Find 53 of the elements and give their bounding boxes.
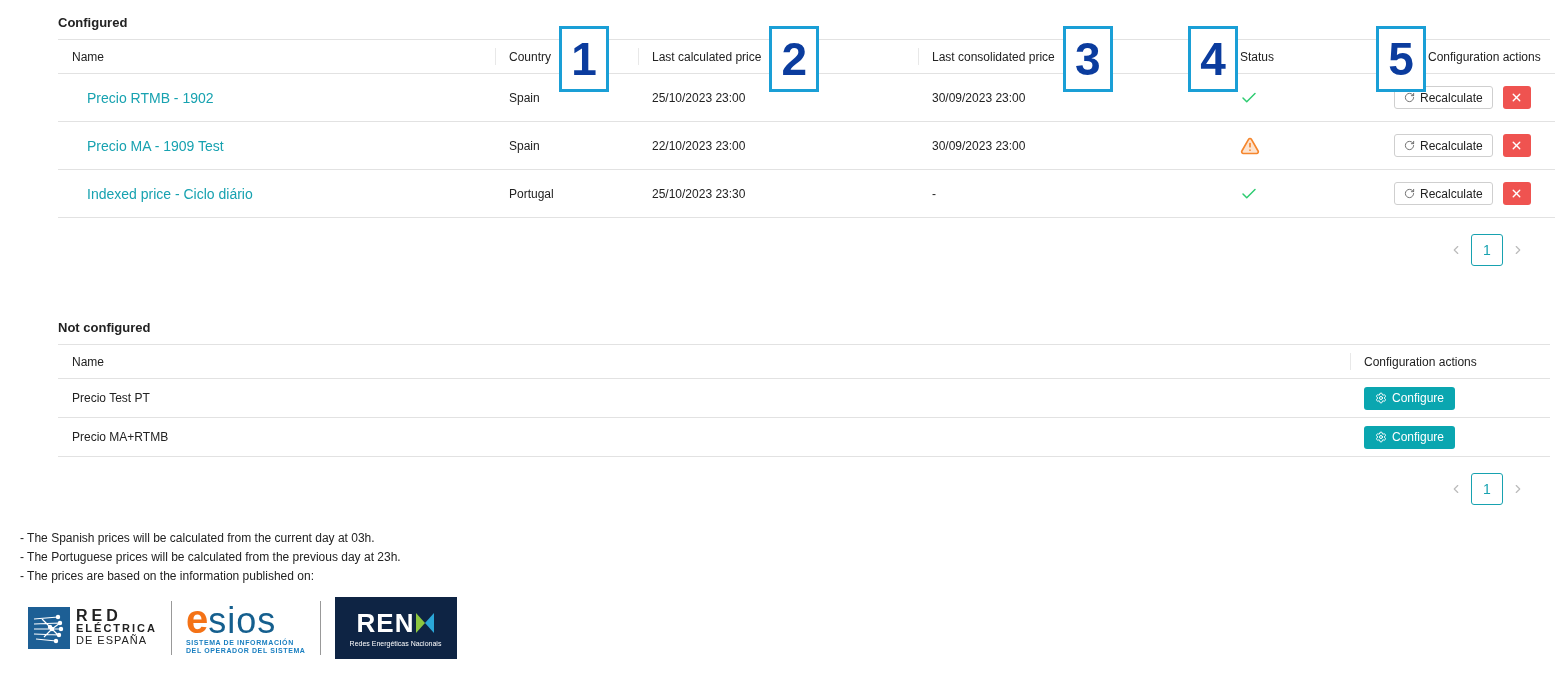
section-title: Not configured [58, 319, 152, 337]
recalculate-button[interactable]: Recalculate [1394, 134, 1493, 157]
logo-text: e [185, 601, 209, 637]
logo-text: sios [208, 603, 277, 639]
column-header: Configuration actions [1350, 345, 1550, 379]
callout-label: 1 [559, 25, 610, 92]
section-title: Configured [58, 14, 129, 32]
delete-button[interactable] [1502, 134, 1531, 157]
table-cell: Spain [509, 90, 540, 105]
refresh-icon [1404, 188, 1415, 199]
configure-button[interactable]: Configure [1364, 425, 1456, 449]
refresh-icon [1404, 92, 1415, 103]
logo-text: RED [76, 610, 122, 622]
bowtie-icon [416, 613, 435, 633]
delete-button[interactable] [1502, 182, 1531, 205]
note-text: - The Portuguese prices will be calculated from the previous day at 23h. [20, 550, 402, 564]
refresh-icon [1404, 140, 1415, 151]
configure-button[interactable]: Configure [1364, 386, 1456, 410]
page-button[interactable]: 1 [1471, 234, 1503, 266]
table-cell: 30/09/2023 23:00 [932, 138, 1026, 153]
table-cell: 30/09/2023 23:00 [932, 90, 1026, 105]
table-cell: - [932, 186, 936, 201]
table-cell: Portugal [509, 186, 554, 201]
table-cell: 25/10/2023 23:30 [652, 186, 746, 201]
callout-label: 3 [1062, 25, 1113, 92]
network-logo-icon [28, 607, 70, 649]
callout-label: 4 [1188, 25, 1238, 92]
settings-icon [1375, 392, 1387, 404]
price-link[interactable]: Indexed price - Ciclo diário [87, 185, 253, 202]
recalculate-button[interactable]: Recalculate [1394, 86, 1493, 109]
callout-label: 2 [769, 25, 820, 92]
recalculate-button[interactable]: Recalculate [1394, 182, 1493, 205]
column-header: Country 1 [495, 40, 638, 74]
logo-text: ELÉCTRICA [76, 622, 157, 634]
column-header: 5 Configuration actions [1370, 40, 1555, 74]
column-header: Last calculated price 2 [638, 40, 918, 74]
callout-label: 5 [1375, 25, 1426, 92]
price-link[interactable]: Precio RTMB - 1902 [87, 89, 214, 106]
table-cell: 25/10/2023 23:00 [652, 90, 746, 105]
settings-icon [1375, 431, 1387, 443]
column-header: Name [58, 40, 495, 74]
page-button[interactable]: 1 [1471, 473, 1503, 505]
note-text: - The Spanish prices will be calculated from the current day at 03h. [20, 531, 376, 545]
column-header: Name [58, 345, 1350, 379]
table-cell: 22/10/2023 23:00 [652, 138, 746, 153]
table-cell: Spain [509, 138, 540, 153]
price-link[interactable]: Precio MA - 1909 Test [87, 137, 224, 154]
note-text: - The prices are based on the information published on: [20, 569, 315, 583]
logo-text: DE ESPAÑA [76, 634, 149, 646]
table-cell: Precio Test PT [72, 391, 150, 405]
delete-button[interactable] [1502, 86, 1531, 109]
table-cell: Precio MA+RTMB [72, 430, 169, 444]
logo-text: REN [356, 609, 415, 637]
